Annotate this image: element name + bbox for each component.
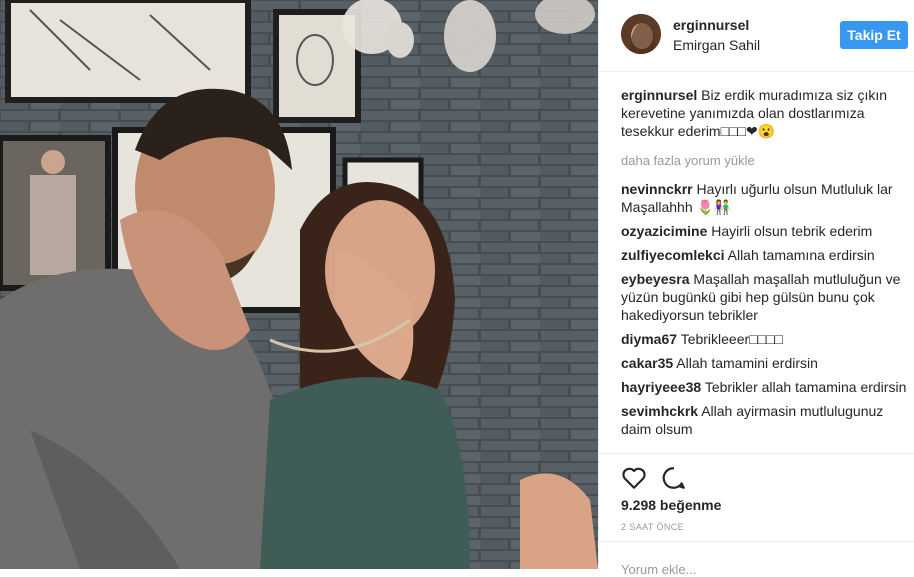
likes-count[interactable]: 9.298 beğenme <box>621 497 721 513</box>
list-item: diyma67 Tebrikleeer□□□□ <box>621 330 909 348</box>
comment-text: Tebrikler allah tamamina erdirsin <box>704 379 907 395</box>
comment-text: Tebrikleeer□□□□ <box>680 331 783 347</box>
action-bar <box>599 453 914 489</box>
list-item: sevimhckrk Allah ayirmasin mutlulugunuz … <box>621 402 909 438</box>
add-comment-bar: Yorum ekle... <box>599 541 914 577</box>
comment-username[interactable]: diyma67 <box>621 331 677 347</box>
comment-username[interactable]: zulfiyecomlekci <box>621 247 725 263</box>
comment-username[interactable]: hayriyeee38 <box>621 379 701 395</box>
photo-illustration <box>0 0 598 569</box>
location-link[interactable]: Emirgan Sahil <box>673 37 760 53</box>
follow-button[interactable]: Takip Et <box>840 21 908 49</box>
username[interactable]: erginnursel <box>673 17 749 33</box>
comment-text: Allah tamamına erdirsin <box>727 247 875 263</box>
heart-icon[interactable] <box>621 465 647 491</box>
list-item: zulfiyecomlekci Allah tamamına erdirsin <box>621 246 909 264</box>
post-photo[interactable] <box>0 0 598 569</box>
list-item: eybeyesra Maşallah maşallah mutluluğun v… <box>621 270 909 324</box>
list-item: cakar35 Allah tamamini erdirsin <box>621 354 909 372</box>
comment-text: Hayirli olsun tebrik ederim <box>711 223 873 239</box>
comment-text: Allah tamamini erdirsin <box>676 355 818 371</box>
add-comment-input[interactable]: Yorum ekle... <box>621 562 696 577</box>
comment-username[interactable]: nevinnckrr <box>621 181 693 197</box>
post-sidebar: erginnursel Emirgan Sahil Takip Et ergin… <box>598 0 914 577</box>
post-header: erginnursel Emirgan Sahil Takip Et <box>599 0 914 72</box>
list-item: ozyazicimine Hayirli olsun tebrik ederim <box>621 222 909 240</box>
comment-username[interactable]: sevimhckrk <box>621 403 698 419</box>
comments-list: erginnursel Biz erdik muradımıza siz çık… <box>621 86 909 444</box>
caption-username[interactable]: erginnursel <box>621 87 697 103</box>
comment-username[interactable]: cakar35 <box>621 355 673 371</box>
comment-username[interactable]: ozyazicimine <box>621 223 707 239</box>
instagram-post: erginnursel Emirgan Sahil Takip Et ergin… <box>0 0 914 577</box>
caption: erginnursel Biz erdik muradımıza siz çık… <box>621 86 909 140</box>
comment-username[interactable]: eybeyesra <box>621 271 690 287</box>
avatar[interactable] <box>621 14 661 54</box>
comment-icon[interactable] <box>661 465 687 491</box>
post-time[interactable]: 2 SAAT ÖNCE <box>621 522 684 532</box>
avatar-image <box>621 14 661 54</box>
load-more-comments-link[interactable]: daha fazla yorum yükle <box>621 152 909 170</box>
list-item: nevinnckrr Hayırlı uğurlu olsun Mutluluk… <box>621 180 909 216</box>
list-item: hayriyeee38 Tebrikler allah tamamina erd… <box>621 378 909 396</box>
